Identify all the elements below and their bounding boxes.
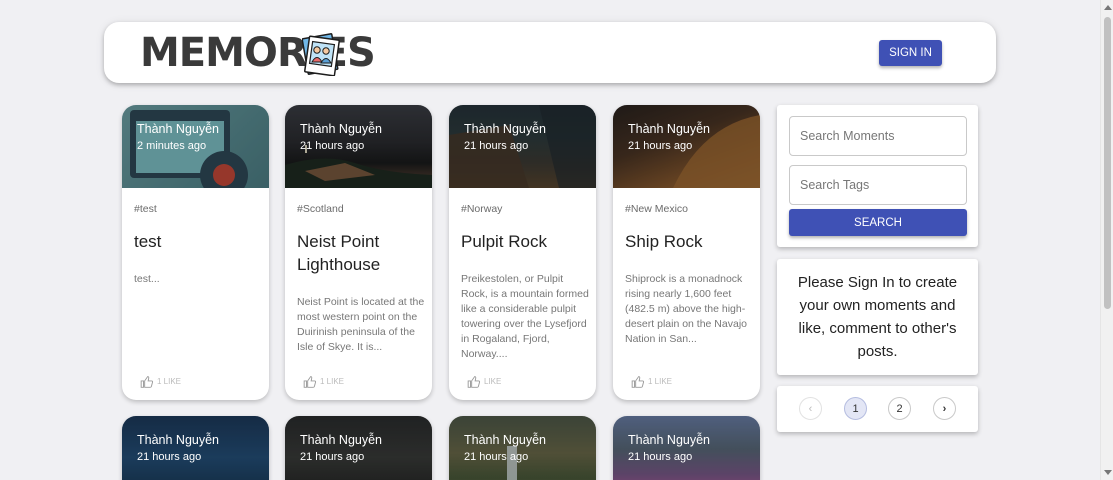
post-image: Thành Nguyễn 21 hours ago [285, 416, 432, 480]
post-title: Pulpit Rock [461, 232, 547, 251]
post-time: 21 hours ago [628, 140, 693, 152]
like-count: 1 LIKE [157, 377, 182, 386]
post-card[interactable]: Thành Nguyễn 21 hours ago #New Mexico Sh… [613, 105, 760, 400]
thumb-up-icon [303, 376, 317, 388]
search-tags-input[interactable] [789, 165, 967, 205]
post-title: test [134, 232, 162, 251]
search-button[interactable]: SEARCH [789, 209, 967, 236]
post-tags: #New Mexico [625, 203, 689, 215]
post-creator: Thành Nguyễn [300, 433, 383, 447]
post-card[interactable]: Thành Nguyễn 21 hours ago [613, 416, 760, 480]
post-excerpt: test... [134, 273, 160, 285]
post-image: Thành Nguyễn 21 hours ago [122, 416, 269, 480]
thumb-up-icon [631, 376, 645, 388]
like-button[interactable]: 1 LIKE [303, 375, 344, 388]
post-image: Thành Nguyễn 21 hours ago [613, 416, 760, 480]
scroll-up-icon[interactable] [1104, 5, 1112, 10]
post-time: 21 hours ago [628, 451, 693, 463]
page-1-button[interactable]: 1 [844, 397, 867, 420]
next-page-button[interactable]: › [933, 397, 956, 420]
scroll-down-icon[interactable] [1104, 470, 1112, 475]
post-card[interactable]: Thành Nguyễn 21 hours ago [285, 416, 432, 480]
like-count: 1 LIKE [648, 377, 673, 386]
post-time: 21 hours ago [464, 140, 529, 152]
thumb-up-icon [467, 376, 481, 388]
sign-in-prompt-text: Please Sign In to create your own moment… [797, 274, 958, 360]
post-image: Thành Nguyễn 21 hours ago [449, 105, 596, 188]
like-count: LIKE [484, 377, 502, 386]
post-creator: Thành Nguyễn [628, 433, 711, 447]
post-creator: Thành Nguyễn [137, 433, 220, 447]
post-excerpt: Shiprock is a monadnock rising nearly 1,… [625, 273, 747, 345]
post-image: Thành Nguyễn 21 hours ago [285, 105, 432, 188]
post-tags: #Norway [461, 203, 503, 215]
post-image: Thành Nguyễn 2 minutes ago [122, 105, 269, 188]
sign-in-button[interactable]: SIGN IN [879, 40, 942, 66]
post-time: 21 hours ago [137, 451, 202, 463]
post-excerpt: Neist Point is located at the most weste… [297, 296, 425, 353]
post-image: Thành Nguyễn 21 hours ago [613, 105, 760, 188]
app-bar: MEMORIES SIGN IN [104, 22, 996, 83]
like-button[interactable]: 1 LIKE [140, 375, 181, 388]
post-creator: Thành Nguyễn [628, 122, 711, 136]
like-count: 1 LIKE [320, 377, 345, 386]
post-excerpt: Preikestolen, or Pulpit Rock, is a mount… [461, 273, 589, 360]
thumb-up-icon [140, 376, 154, 388]
like-button[interactable]: LIKE [467, 375, 501, 388]
search-panel: SEARCH [777, 105, 978, 247]
post-tags: #test [134, 203, 157, 215]
scroll-thumb[interactable] [1104, 17, 1111, 309]
post-title: Neist Point Lighthouse [297, 232, 381, 274]
post-creator: Thành Nguyễn [300, 122, 383, 136]
post-card[interactable]: Thành Nguyễn 21 hours ago [449, 416, 596, 480]
post-creator: Thành Nguyễn [464, 433, 547, 447]
like-button[interactable]: 1 LIKE [631, 375, 672, 388]
post-time: 2 minutes ago [137, 140, 207, 152]
pagination: ‹ 1 2 › [777, 386, 978, 432]
post-time: 21 hours ago [300, 140, 365, 152]
post-tags: #Scotland [297, 203, 344, 215]
page-scrollbar[interactable] [1100, 0, 1113, 480]
prev-page-button[interactable]: ‹ [799, 397, 822, 420]
post-card[interactable]: Thành Nguyễn 21 hours ago #Norway Pulpit… [449, 105, 596, 400]
post-card[interactable]: Thành Nguyễn 21 hours ago #Scotland Neis… [285, 105, 432, 400]
post-time: 21 hours ago [300, 451, 365, 463]
page-2-button[interactable]: 2 [888, 397, 911, 420]
post-title: Ship Rock [625, 232, 703, 251]
search-moments-input[interactable] [789, 116, 967, 156]
memories-photo-icon[interactable] [302, 32, 340, 76]
post-card[interactable]: Thành Nguyễn 2 minutes ago #test test te… [122, 105, 269, 400]
post-time: 21 hours ago [464, 451, 529, 463]
post-image: Thành Nguyễn 21 hours ago [449, 416, 596, 480]
post-creator: Thành Nguyễn [137, 122, 220, 136]
sign-in-prompt-panel: Please Sign In to create your own moment… [777, 259, 978, 375]
post-card[interactable]: Thành Nguyễn 21 hours ago [122, 416, 269, 480]
post-creator: Thành Nguyễn [464, 122, 547, 136]
